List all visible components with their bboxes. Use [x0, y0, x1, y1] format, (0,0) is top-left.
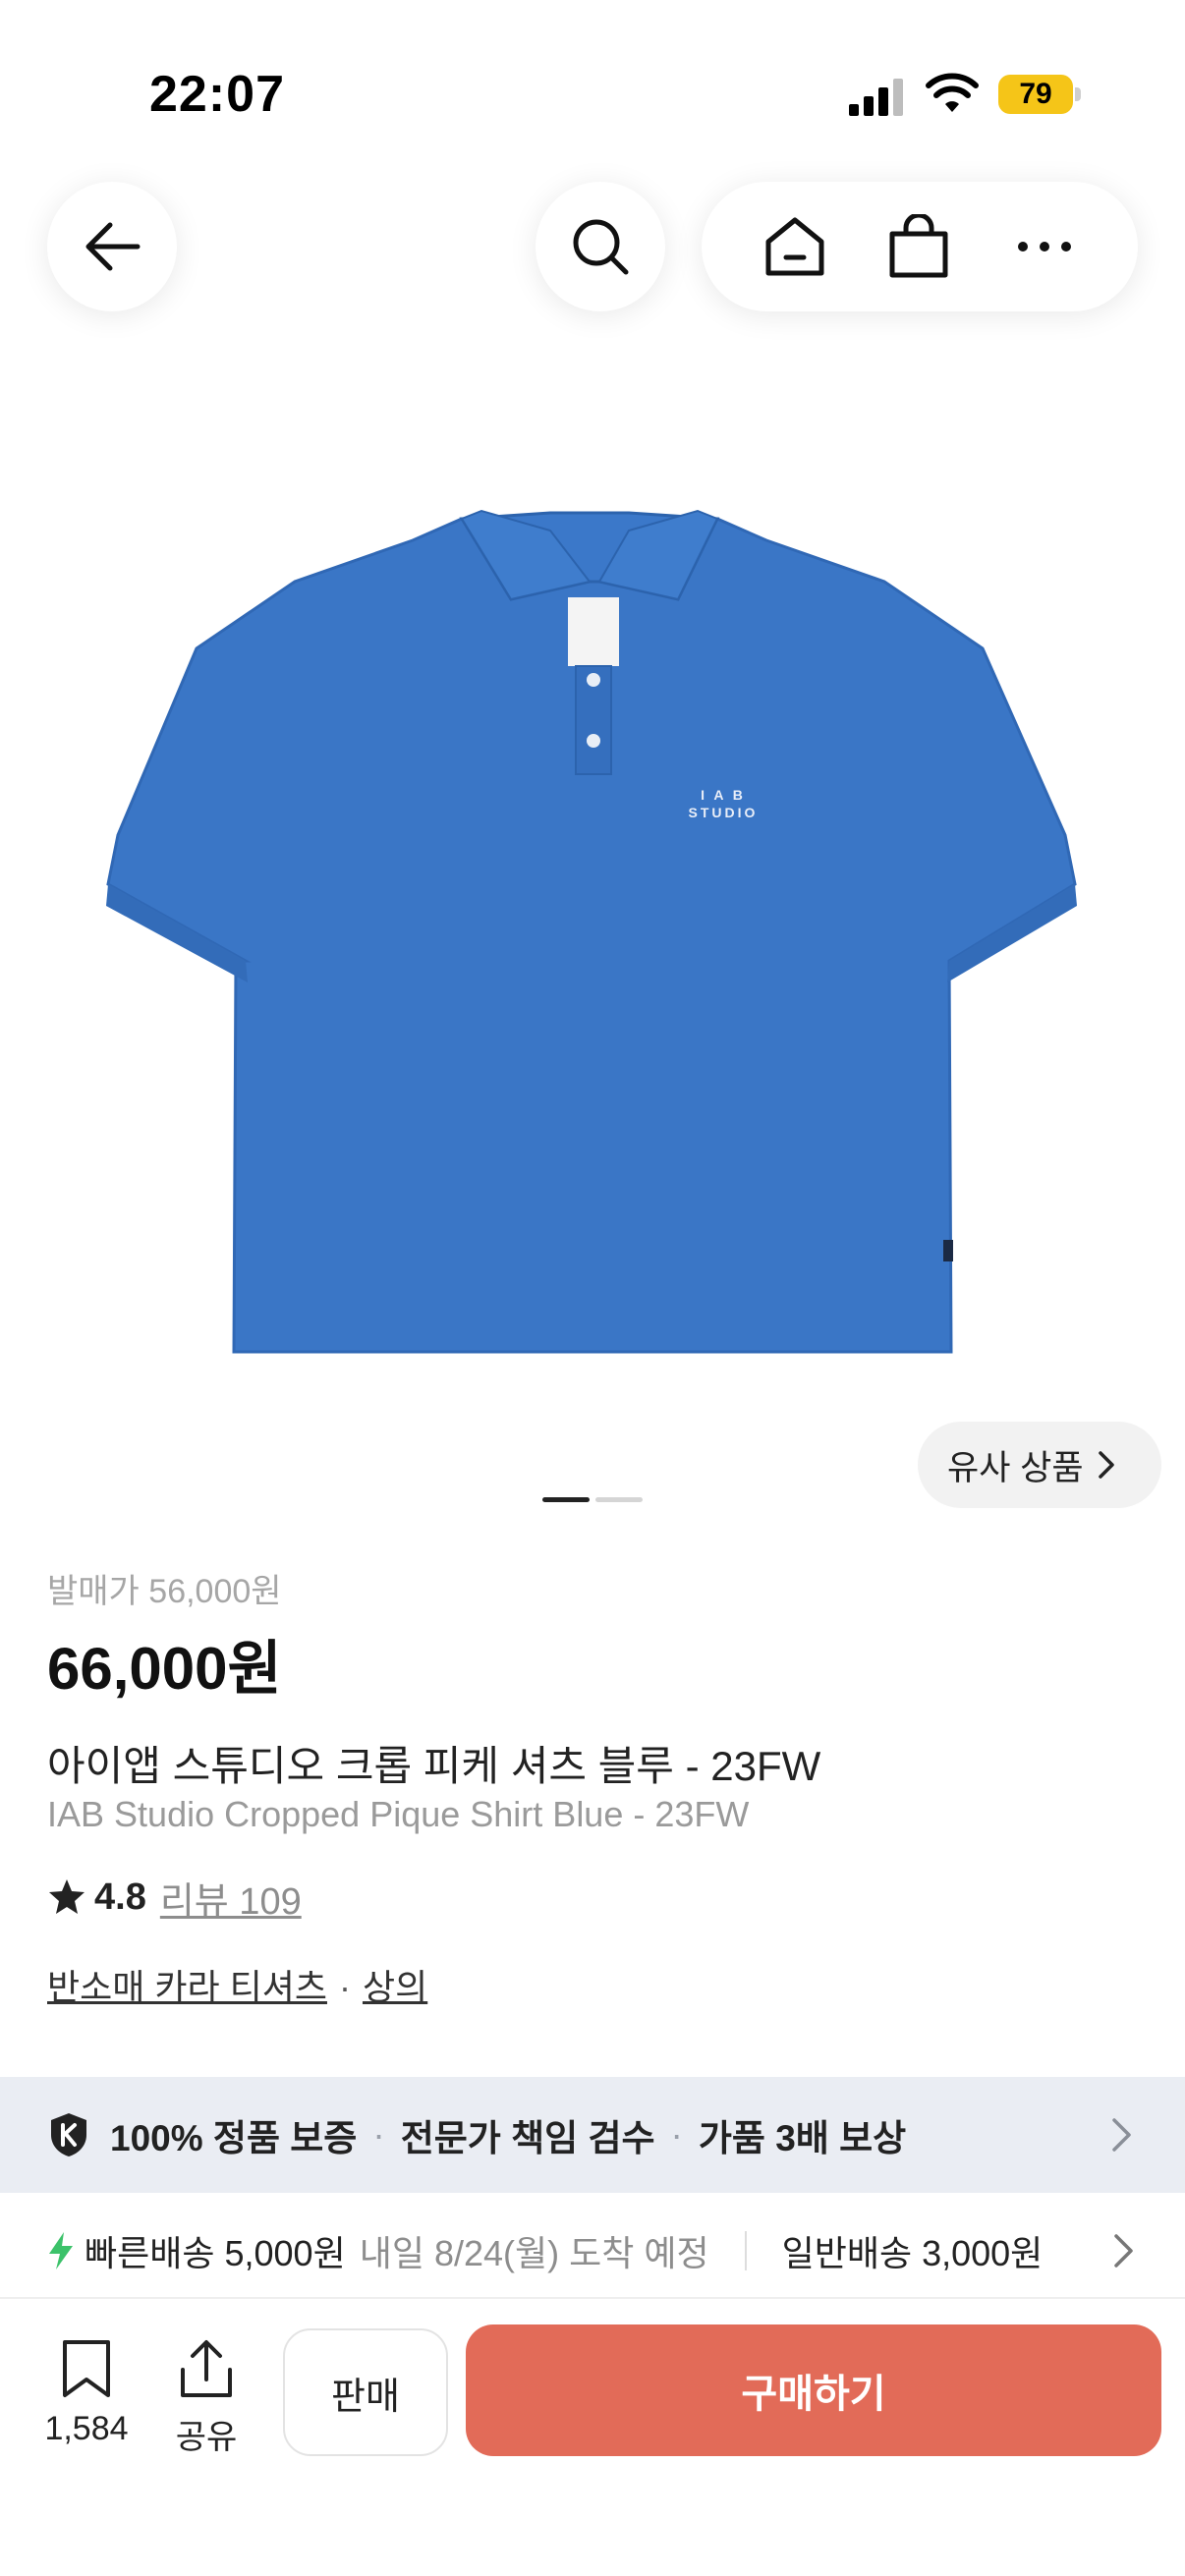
battery-indicator: 79 — [998, 75, 1081, 114]
save-button[interactable]: 1,584 — [28, 2338, 145, 2448]
category-separator: · — [338, 1967, 351, 2007]
shopping-bag-button[interactable] — [886, 214, 951, 279]
product-name-english: IAB Studio Cropped Pique Shirt Blue - 23… — [47, 1794, 750, 1834]
more-button[interactable] — [1012, 214, 1077, 279]
home-button[interactable] — [762, 214, 827, 279]
sell-button[interactable]: 판매 — [283, 2328, 448, 2456]
share-icon — [181, 2340, 232, 2397]
more-dots-icon — [1018, 242, 1071, 252]
image-indicator-active — [542, 1497, 590, 1502]
bookmark-icon — [63, 2340, 110, 2397]
delivery-row: 빠른배송 5,000원 내일 8/24(월) 도착 예정 일반배송 3,000원 — [47, 2193, 1043, 2309]
product-image[interactable] — [0, 373, 1185, 1434]
standard-delivery-label: 일반배송 3,000원 — [781, 2233, 1044, 2273]
release-price: 발매가 56,000원 — [47, 1573, 282, 1610]
fast-delivery-label: 빠른배송 5,000원 — [85, 2233, 346, 2273]
shirt-logo-top: I A B — [701, 787, 746, 803]
buy-button[interactable]: 구매하기 — [466, 2324, 1161, 2456]
chevron-right-icon — [1112, 2118, 1131, 2152]
fast-delivery-date: 내일 8/24(월) 도착 예정 — [359, 2233, 709, 2273]
rating-value: 4.8 — [94, 1876, 146, 1918]
delivery-options[interactable]: 빠른배송 5,000원 내일 8/24(월) 도착 예정 일반배송 3,000원 — [0, 2193, 1185, 2309]
back-button[interactable] — [47, 182, 177, 311]
saved-count: 1,584 — [44, 2410, 129, 2447]
search-button[interactable] — [536, 182, 665, 311]
chevron-right-icon — [1098, 1451, 1114, 1479]
bottom-action-bar: 1,584 공유 판매 구매하기 — [0, 2297, 1185, 2576]
bolt-icon — [49, 2232, 73, 2269]
battery-tip — [1075, 87, 1081, 101]
counterfeit-compensation: 가품 3배 보상 — [698, 2118, 907, 2158]
polo-shirt-illustration — [106, 509, 1077, 1354]
similar-products-button[interactable]: 유사 상품 — [918, 1422, 1161, 1508]
category-link-secondary[interactable]: 상의 — [363, 1967, 427, 2007]
category-breadcrumb: 반소매 카라 티셔츠 · 상의 — [47, 1959, 427, 2010]
status-bar: 22:07 79 — [0, 0, 1185, 147]
shirt-logo-bottom: STUDIO — [688, 805, 759, 820]
expert-inspection: 전문가 책임 검수 — [400, 2118, 655, 2158]
authenticity-items: 100% 정품 보증 · 전문가 책임 검수 · 가품 3배 보상 — [47, 2077, 906, 2193]
chevron-right-icon — [1114, 2234, 1133, 2268]
guarantee-separator: · — [670, 2114, 683, 2155]
shopping-bag-icon — [889, 214, 948, 278]
battery-level: 79 — [1019, 78, 1052, 110]
home-icon — [765, 217, 824, 276]
search-icon — [573, 219, 629, 275]
shirt-logo: I A B STUDIO — [676, 786, 770, 821]
guarantee-separator: · — [372, 2114, 385, 2155]
category-link-primary[interactable]: 반소매 카라 티셔츠 — [47, 1967, 327, 2007]
similar-products-label: 유사 상품 — [947, 1448, 1084, 1487]
authenticity-guarantee: 100% 정품 보증 — [110, 2118, 358, 2158]
review-link[interactable]: 리뷰 109 — [160, 1871, 302, 1925]
star-icon — [49, 1879, 85, 1914]
wifi-icon — [926, 73, 979, 112]
back-arrow-icon — [85, 222, 141, 271]
image-indicator-inactive — [595, 1497, 643, 1502]
authenticity-banner[interactable]: 100% 정품 보증 · 전문가 책임 검수 · 가품 3배 보상 — [0, 2077, 1185, 2193]
share-button[interactable]: 공유 — [147, 2338, 265, 2458]
share-label: 공유 — [175, 2419, 238, 2456]
rating-row: 4.8 리뷰 109 — [47, 1871, 302, 1925]
product-name-korean: 아이앱 스튜디오 크롭 피케 셔츠 블루 - 23FW — [47, 1743, 821, 1789]
current-price: 66,000원 — [47, 1636, 282, 1702]
shield-k-icon — [51, 2113, 86, 2156]
status-time: 22:07 — [149, 66, 285, 123]
delivery-divider — [744, 2231, 747, 2270]
cellular-signal-icon — [849, 79, 903, 116]
header-action-group — [702, 182, 1138, 311]
